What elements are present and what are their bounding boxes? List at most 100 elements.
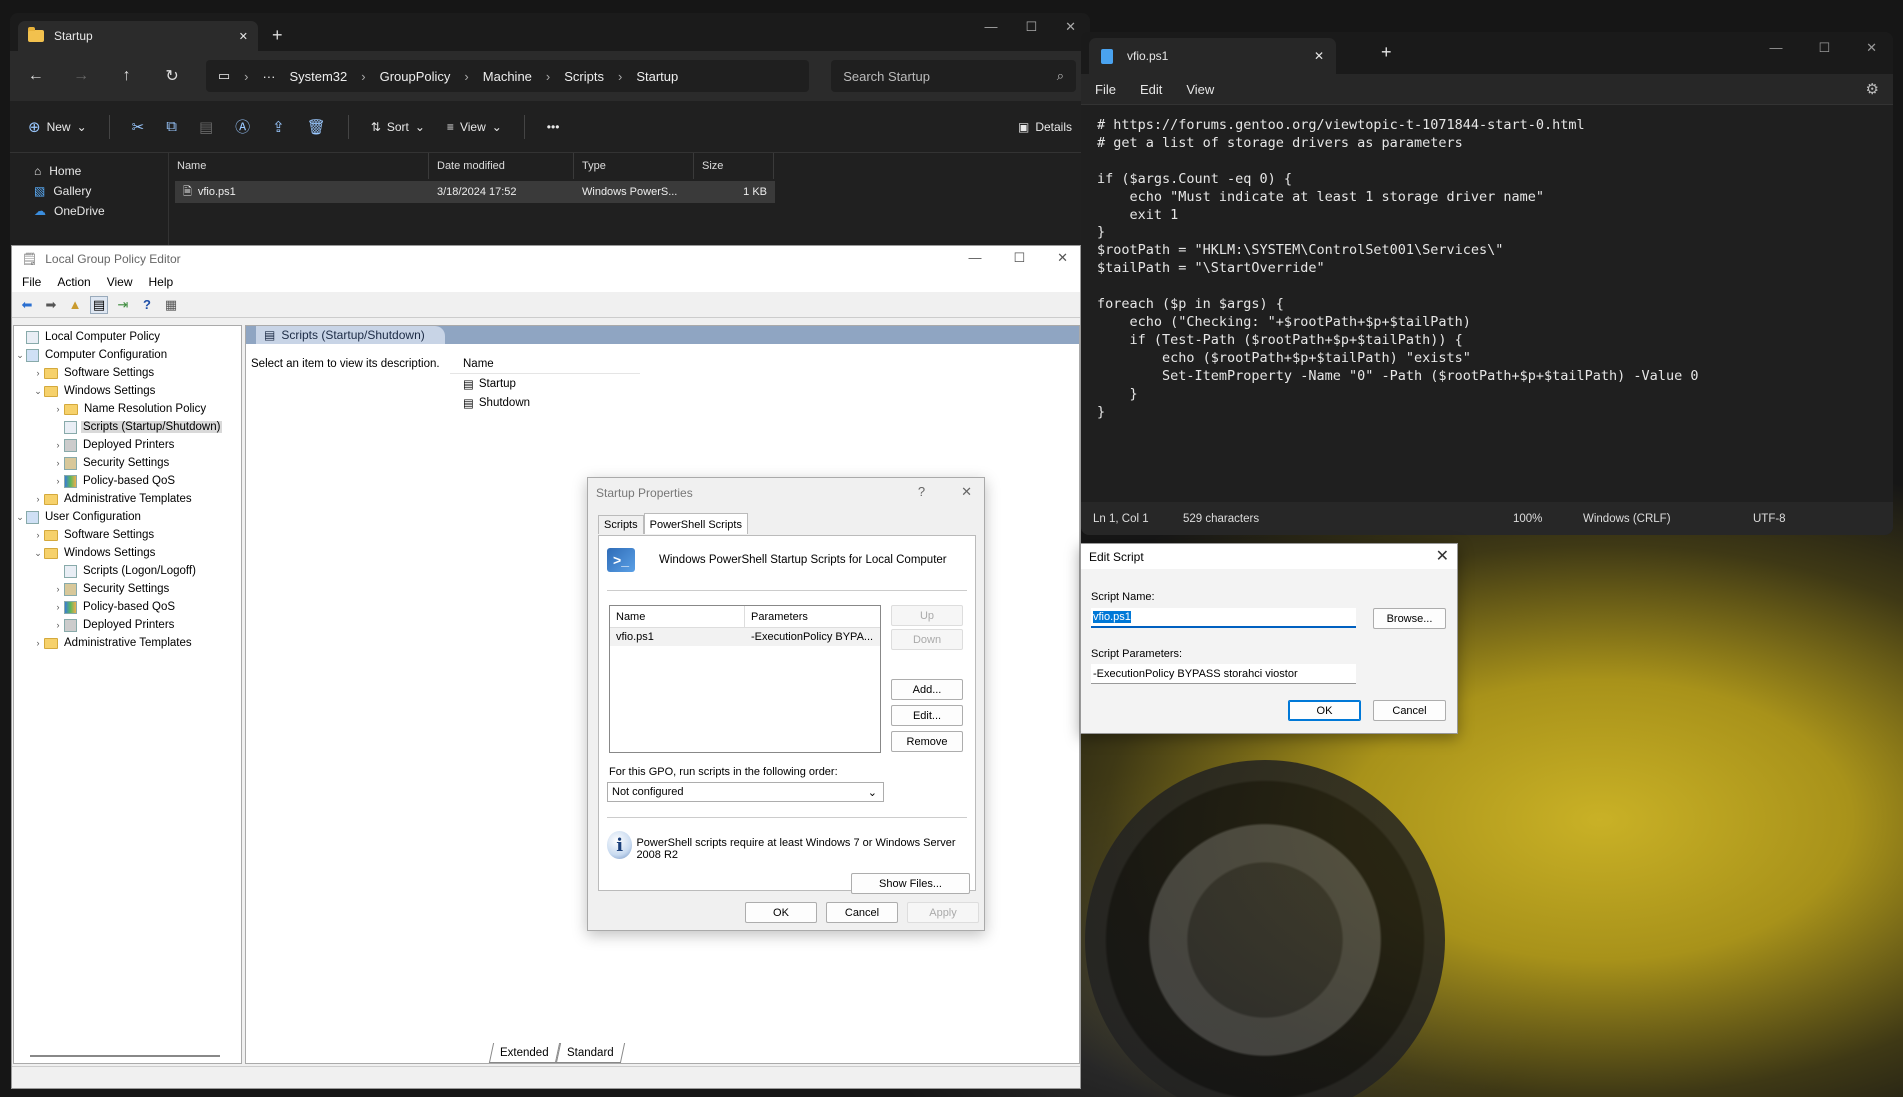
back-arrow-icon[interactable]: ← (24, 67, 47, 85)
tree-item-selected[interactable]: Scripts (Startup/Shutdown) (14, 418, 241, 436)
ok-button[interactable]: OK (745, 902, 817, 923)
rename-icon[interactable]: Ⓐ (235, 116, 250, 137)
cancel-button[interactable]: Cancel (1373, 700, 1446, 721)
view-button[interactable]: ≡ View ⌄ (447, 120, 502, 134)
tree-item[interactable]: › Software Settings (14, 364, 241, 382)
script-params-field[interactable]: -ExecutionPolicy BYPASS storahci viostor (1091, 664, 1356, 684)
collapse-icon[interactable]: ⌄ (14, 350, 26, 361)
menu-view[interactable]: View (1186, 82, 1214, 97)
forward-arrow-icon[interactable]: → (69, 67, 92, 85)
order-select[interactable]: Not configured ⌄ (607, 782, 884, 802)
tree-item[interactable]: › Security Settings (14, 580, 241, 598)
menu-action[interactable]: Action (57, 275, 90, 289)
table-row[interactable]: vfio.ps1 -ExecutionPolicy BYPA... (610, 628, 880, 646)
search-input[interactable]: Search Startup ⌕ (831, 60, 1077, 92)
show-hide-tree-icon[interactable]: ▤ (90, 295, 108, 314)
down-button[interactable]: Down (891, 629, 963, 650)
menu-help[interactable]: Help (149, 275, 174, 289)
back-arrow-icon[interactable]: ⬅ (18, 296, 36, 314)
cut-icon[interactable]: ✂ (132, 118, 145, 136)
tree-item[interactable]: ⌄ Windows Settings (14, 382, 241, 400)
minimize-button[interactable]: — (984, 19, 997, 35)
tree-item[interactable]: ⌄ Computer Configuration (14, 346, 241, 364)
tree-horizontal-scrollbar[interactable] (30, 1055, 220, 1057)
share-icon[interactable]: ⇪ (272, 118, 285, 136)
column-header-type[interactable]: Type (574, 153, 694, 179)
list-item-startup[interactable]: ▤ Startup (450, 374, 850, 393)
collapse-icon[interactable]: ⌄ (14, 512, 26, 523)
expand-icon[interactable]: › (52, 458, 64, 468)
tree-item[interactable]: › Deployed Printers (14, 436, 241, 454)
list-item-shutdown[interactable]: ▤ Shutdown (450, 393, 850, 412)
sort-button[interactable]: ⇅ Sort ⌄ (371, 120, 425, 134)
menu-view[interactable]: View (107, 275, 133, 289)
tree-item[interactable]: › Administrative Templates (14, 490, 241, 508)
properties-icon[interactable]: ▦ (162, 296, 180, 314)
minimize-button[interactable]: — (968, 250, 981, 266)
menu-file[interactable]: File (1095, 82, 1116, 97)
breadcrumb-item[interactable]: Scripts (564, 69, 604, 84)
nav-item-home[interactable]: ⌂ Home (34, 161, 168, 181)
file-row[interactable]: 🗎 vfio.ps1 3/18/2024 17:52 Windows PowerS… (175, 181, 775, 203)
tree-item[interactable]: › Software Settings (14, 526, 241, 544)
copy-icon[interactable]: ⧉ (166, 118, 177, 135)
close-button[interactable]: ✕ (1866, 40, 1877, 56)
help-button[interactable]: ? (918, 484, 925, 500)
breadcrumb-item[interactable]: Machine (483, 69, 532, 84)
refresh-icon[interactable]: ↻ (160, 66, 183, 86)
scripts-listview[interactable]: Name Parameters vfio.ps1 -ExecutionPolic… (609, 605, 881, 753)
menu-edit[interactable]: Edit (1140, 82, 1162, 97)
close-button[interactable]: ✕ (961, 484, 972, 500)
apply-button[interactable]: Apply (907, 902, 979, 923)
tree-item[interactable]: › Administrative Templates (14, 634, 241, 652)
tree-item[interactable]: › Name Resolution Policy (14, 400, 241, 418)
tab-extended[interactable]: Extended (488, 1043, 560, 1063)
up-folder-icon[interactable]: ▲ (66, 296, 84, 314)
tab-scripts[interactable]: Scripts (598, 515, 644, 534)
tree-item[interactable]: › Policy-based QoS (14, 472, 241, 490)
collapse-icon[interactable]: ⌄ (32, 548, 44, 559)
expand-icon[interactable]: › (52, 620, 64, 630)
add-button[interactable]: Add... (891, 679, 963, 700)
tree-item[interactable]: Scripts (Logon/Logoff) (14, 562, 241, 580)
close-icon[interactable]: ✕ (1436, 546, 1449, 566)
tree-item[interactable]: › Deployed Printers (14, 616, 241, 634)
more-options-icon[interactable]: ••• (547, 120, 560, 134)
tab-standard[interactable]: Standard (555, 1043, 625, 1063)
expand-icon[interactable]: › (32, 368, 44, 378)
breadcrumb-item[interactable]: System32 (289, 69, 347, 84)
edit-button[interactable]: Edit... (891, 705, 963, 726)
collapse-icon[interactable]: ⌄ (32, 386, 44, 397)
tree-item[interactable]: ⌄ Windows Settings (14, 544, 241, 562)
expand-icon[interactable]: › (52, 476, 64, 486)
expand-icon[interactable]: › (52, 602, 64, 612)
details-button[interactable]: ▣ Details (1018, 120, 1072, 134)
column-header-date[interactable]: Date modified (429, 153, 574, 179)
tree-item[interactable]: › Policy-based QoS (14, 598, 241, 616)
expand-icon[interactable]: › (52, 584, 64, 594)
nav-item-gallery[interactable]: ▧ Gallery (34, 181, 168, 201)
zoom-level[interactable]: 100% (1501, 513, 1571, 525)
new-button[interactable]: ⊕ New ⌄ (28, 118, 87, 136)
expand-icon[interactable]: › (52, 404, 64, 414)
script-name-field[interactable]: vfio.ps1 (1091, 608, 1356, 628)
tab-powershell-scripts[interactable]: PowerShell Scripts (643, 513, 748, 534)
line-endings[interactable]: Windows (CRLF) (1571, 513, 1741, 525)
expand-icon[interactable]: › (32, 494, 44, 504)
minimize-button[interactable]: — (1769, 40, 1782, 56)
breadcrumb[interactable]: ▭ › ··· System32 › GroupPolicy › Machine… (205, 60, 810, 92)
new-tab-button[interactable]: + (1381, 42, 1392, 63)
new-tab-button[interactable]: + (272, 25, 283, 46)
text-editor[interactable]: # https://forums.gentoo.org/viewtopic-t-… (1081, 104, 1893, 496)
settings-gear-icon[interactable]: ⚙ (1866, 80, 1879, 98)
browse-button[interactable]: Browse... (1373, 608, 1446, 629)
breadcrumb-item[interactable]: GroupPolicy (380, 69, 451, 84)
column-header-name[interactable]: Name (610, 606, 745, 627)
explorer-tab[interactable]: Startup ✕ (18, 21, 258, 51)
delete-icon[interactable]: 🗑 (307, 118, 326, 136)
cancel-button[interactable]: Cancel (826, 902, 898, 923)
column-header-parameters[interactable]: Parameters (745, 606, 808, 627)
computer-icon[interactable]: ▭ (218, 68, 230, 84)
tree-item[interactable]: › Security Settings (14, 454, 241, 472)
show-files-button[interactable]: Show Files... (851, 873, 970, 894)
